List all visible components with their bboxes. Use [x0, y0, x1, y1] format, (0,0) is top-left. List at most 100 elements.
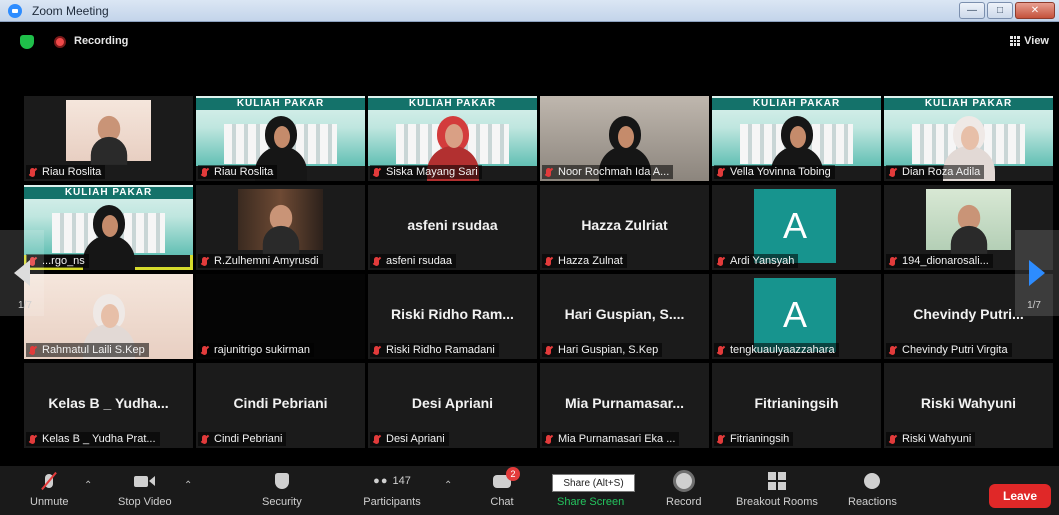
gallery-grid: Riau Roslita KULIAH PAKAR Riau Roslita KULI…	[24, 96, 1053, 453]
maximize-button[interactable]: □	[987, 2, 1013, 19]
participant-name-tag: Mia Purnamasari Eka ...	[542, 432, 680, 446]
meeting-topbar: Recording View	[0, 22, 1059, 60]
participant-tile[interactable]: R.Zulhemni Amyrusdi	[196, 185, 365, 270]
record-icon	[672, 470, 696, 492]
participant-tile[interactable]: rajunitrigo sukirman	[196, 274, 365, 359]
participant-tile[interactable]: Riski Wahyuni Riski Wahyuni	[884, 363, 1053, 448]
view-button[interactable]: View	[1010, 35, 1049, 47]
participant-name-tag: Riski Wahyuni	[886, 432, 976, 446]
stop-video-button[interactable]: Stop Video	[118, 470, 172, 508]
participant-tile[interactable]: Kelas B _ Yudha... Kelas B _ Yudha Prat..…	[24, 363, 193, 448]
participant-display-name: Desi Apriani	[411, 395, 494, 411]
page-indicator-right: 1/7	[1027, 300, 1041, 311]
security-shield-icon	[270, 470, 294, 492]
participant-name-tag: tengkuaulyaazzahara	[714, 343, 839, 357]
participant-name-tag: Desi Apriani	[370, 432, 449, 446]
minimize-button[interactable]: —	[959, 2, 985, 19]
record-label: Record	[666, 496, 702, 508]
participant-avatar: A	[754, 278, 836, 352]
meeting-toolbar: Unmute ⌃ Stop Video ⌃ Security 147 Parti…	[0, 466, 1059, 515]
participant-display-name: Riski Ridho Ram...	[391, 306, 514, 322]
participant-name-tag: 194_dionarosali...	[886, 254, 993, 268]
window-title: Zoom Meeting	[32, 3, 109, 18]
participant-display-name: Fitrianingsih	[754, 395, 839, 411]
participant-tile[interactable]: KULIAH PAKAR Riau Roslita	[196, 96, 365, 181]
video-options-chevron-icon[interactable]: ⌃	[184, 480, 192, 491]
arrow-left-icon	[14, 260, 30, 286]
participant-name-tag: R.Zulhemni Amyrusdi	[198, 254, 323, 268]
participant-tile[interactable]: Riau Roslita	[24, 96, 193, 181]
chat-button[interactable]: 2 Chat	[490, 467, 520, 508]
window-controls: — □ ✕	[959, 2, 1055, 19]
banner-title: KULIAH PAKAR	[368, 98, 537, 110]
participant-tile[interactable]: Hari Guspian, S.... Hari Guspian, S.Kep	[540, 274, 709, 359]
participant-name-tag: Riau Roslita	[26, 165, 106, 179]
reactions-button[interactable]: Reactions	[848, 470, 897, 508]
view-label: View	[1024, 35, 1049, 47]
participant-name-tag: Dian Roza Adila	[886, 165, 985, 179]
participant-video	[90, 115, 127, 165]
grid-view-icon	[1010, 36, 1021, 46]
participant-tile[interactable]: asfeni rsudaa asfeni rsudaa	[368, 185, 537, 270]
participant-tile[interactable]: Rahmatul Laili S.Kep	[24, 274, 193, 359]
participant-display-name: Kelas B _ Yudha...	[48, 395, 169, 411]
stop-video-label: Stop Video	[118, 496, 172, 508]
participants-button[interactable]: 147 Participants	[362, 470, 422, 508]
participant-tile[interactable]: Mia Purnamasar... Mia Purnamasari Eka ...	[540, 363, 709, 448]
unmute-label: Unmute	[30, 496, 69, 508]
participant-tile[interactable]: KULIAH PAKAR Vella Yovinna Tobing	[712, 96, 881, 181]
participant-name-tag: Vella Yovinna Tobing	[714, 165, 835, 179]
participant-tile[interactable]: Noor Rochmah Ida A...	[540, 96, 709, 181]
participant-name-tag: Hari Guspian, S.Kep	[542, 343, 663, 357]
participant-name-tag: Siska Mayang Sari	[370, 165, 482, 179]
share-screen-label: Share Screen	[557, 496, 625, 508]
participant-tile[interactable]: Desi Apriani Desi Apriani	[368, 363, 537, 448]
participant-name-tag: rajunitrigo sukirman	[198, 343, 314, 357]
participant-name-tag: Cindi Pebriani	[198, 432, 287, 446]
page-indicator-left: 1/7	[18, 300, 32, 311]
participant-name-tag: Riau Roslita	[198, 165, 278, 179]
leave-button[interactable]: Leave	[989, 484, 1051, 508]
participant-tile[interactable]: A Ardi Yansyah	[712, 185, 881, 270]
participant-display-name: Riski Wahyuni	[920, 395, 1017, 411]
participant-name-tag: Riski Ridho Ramadani	[370, 343, 499, 357]
participant-name-tag: Rahmatul Laili S.Kep	[26, 343, 149, 357]
participant-tile[interactable]: Atengkuaulyaazzahara	[712, 274, 881, 359]
participant-name-tag: Noor Rochmah Ida A...	[542, 165, 674, 179]
unmute-button[interactable]: Unmute	[30, 470, 69, 508]
banner-title: KULIAH PAKAR	[196, 98, 365, 110]
participants-icon: 147	[362, 470, 422, 492]
participant-tile[interactable]: Riski Ridho Ram... Riski Ridho Ramadani	[368, 274, 537, 359]
participant-display-name: Mia Purnamasar...	[564, 395, 685, 411]
participants-count: 147	[392, 475, 411, 487]
record-button[interactable]: Record	[666, 470, 701, 508]
close-button[interactable]: ✕	[1015, 2, 1055, 19]
participant-display-name: Cindi Pebriani	[233, 395, 328, 411]
security-label: Security	[262, 496, 302, 508]
encryption-shield-icon[interactable]	[20, 35, 34, 49]
participant-video	[262, 204, 299, 254]
recording-icon	[54, 36, 66, 48]
participant-tile[interactable]: Cindi Pebriani Cindi Pebriani	[196, 363, 365, 448]
banner-title: KULIAH PAKAR	[712, 98, 881, 110]
participant-tile[interactable]: KULIAH PAKAR Dian Roza Adila	[884, 96, 1053, 181]
participant-tile[interactable]: Fitrianingsih Fitrianingsih	[712, 363, 881, 448]
breakout-rooms-icon	[765, 470, 789, 492]
banner-title: KULIAH PAKAR	[24, 187, 193, 199]
arrow-right-icon	[1029, 260, 1045, 286]
participant-video	[82, 205, 135, 270]
breakout-rooms-button[interactable]: Breakout Rooms	[736, 470, 818, 508]
participant-name-tag: Hazza Zulnat	[542, 254, 627, 268]
participant-tile[interactable]: Hazza Zulriat Hazza Zulnat	[540, 185, 709, 270]
participant-tile[interactable]: KULIAH PAKAR ...rgo_ns	[24, 185, 193, 270]
security-button[interactable]: Security	[262, 470, 302, 508]
participant-display-name: Hari Guspian, S....	[564, 306, 685, 322]
participants-options-chevron-icon[interactable]: ⌃	[444, 480, 452, 491]
recording-label: Recording	[74, 35, 129, 47]
participants-label: Participants	[363, 496, 421, 508]
participant-tile[interactable]: KULIAH PAKAR Siska Mayang Sari	[368, 96, 537, 181]
share-tooltip: Share (Alt+S)	[552, 474, 635, 492]
window-titlebar: Zoom Meeting — □ ✕	[0, 0, 1059, 22]
audio-options-chevron-icon[interactable]: ⌃	[84, 480, 92, 491]
participant-avatar: A	[754, 189, 836, 263]
